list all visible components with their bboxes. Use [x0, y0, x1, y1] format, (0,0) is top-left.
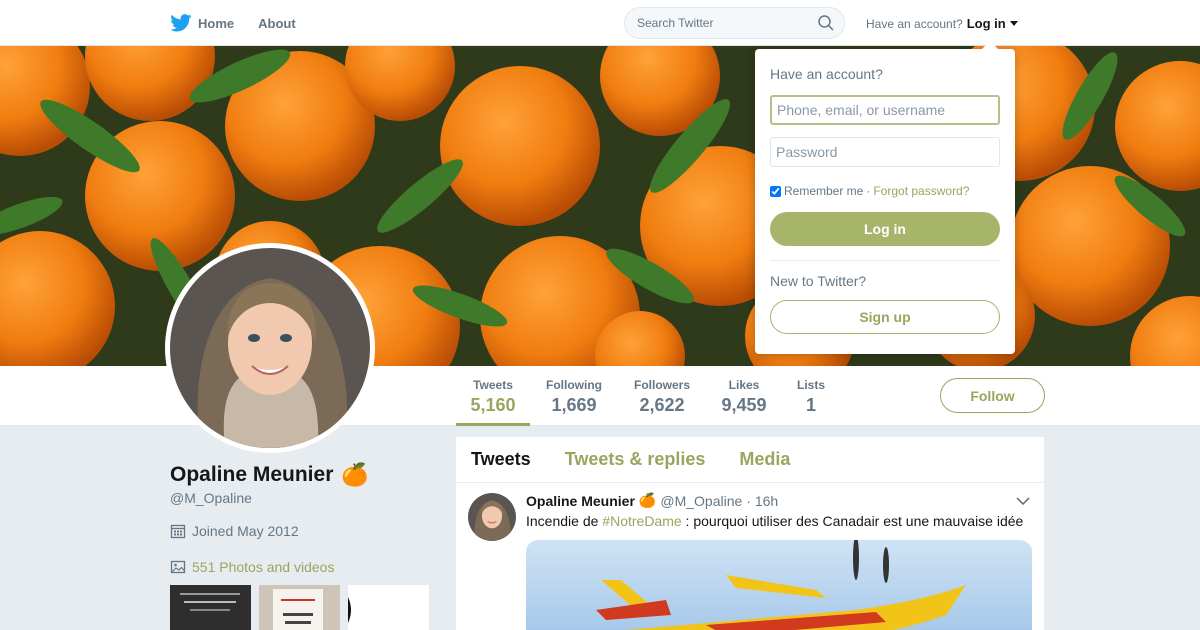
login-dropdown: Have an account? Remember me · Forgot pa…	[755, 41, 1015, 354]
dropdown-divider	[770, 260, 1000, 261]
profile-joined: Joined May 2012	[170, 523, 299, 539]
tweet-header: Opaline Meunier 🍊 @M_Opaline · 16h	[526, 492, 778, 509]
tweet-author-name[interactable]: Opaline Meunier	[526, 493, 635, 509]
stat-followers[interactable]: Followers 2,622	[628, 366, 696, 426]
tweet-text-after: : pourquoi utiliser des Canadair est une…	[681, 513, 1024, 529]
separator-dot: ·	[866, 184, 871, 198]
photos-label: 551 Photos and videos	[192, 559, 335, 575]
tweet-avatar[interactable]	[468, 493, 516, 541]
forgot-password-link[interactable]: Forgot password?	[873, 184, 969, 198]
chevron-down-icon[interactable]	[1016, 496, 1030, 506]
signup-button[interactable]: Sign up	[770, 300, 1000, 334]
tweet-text: Incendie de #NotreDame : pourquoi utilis…	[526, 513, 1023, 529]
login-dropdown-title: Have an account?	[770, 66, 883, 82]
follow-button[interactable]: Follow	[940, 378, 1045, 413]
account-area: Have an account? Log in	[866, 16, 1018, 31]
stat-following-value: 1,669	[551, 395, 597, 415]
profile-name: Opaline Meunier 🍊	[170, 462, 369, 488]
stat-tweets-value: 5,160	[470, 395, 516, 415]
stat-likes-label: Likes	[728, 378, 760, 392]
stat-lists[interactable]: Lists 1	[792, 366, 830, 426]
caret-down-icon[interactable]	[1009, 21, 1018, 26]
joined-text: Joined May 2012	[192, 523, 299, 539]
stat-tweets[interactable]: Tweets 5,160	[456, 366, 530, 426]
top-navigation-bar: Home About Have an account? Log in	[0, 0, 1200, 46]
tab-tweets[interactable]: Tweets	[471, 449, 531, 470]
timeline: Tweets Tweets & replies Media Opaline Me…	[456, 437, 1044, 630]
search-icon[interactable]	[818, 15, 834, 31]
timeline-tabs: Tweets Tweets & replies Media	[456, 437, 1044, 483]
login-button[interactable]: Log in	[770, 212, 1000, 246]
tab-tweets-and-replies[interactable]: Tweets & replies	[565, 449, 706, 470]
remember-me-label[interactable]: Remember me	[784, 184, 863, 198]
tab-media[interactable]: Media	[739, 449, 790, 470]
nav-home[interactable]: Home	[170, 14, 234, 32]
media-thumbnail[interactable]	[170, 585, 251, 630]
tweet-timestamp[interactable]: · 16h	[746, 493, 778, 509]
stat-tweets-label: Tweets	[473, 378, 513, 392]
media-thumbnail[interactable]	[259, 585, 340, 630]
new-to-twitter-label: New to Twitter?	[770, 273, 867, 289]
tweet-media-image[interactable]	[526, 540, 1032, 630]
nav-about-label: About	[258, 15, 296, 31]
tweet-hashtag[interactable]: #NotreDame	[602, 513, 681, 529]
stat-followers-label: Followers	[633, 378, 690, 392]
stat-likes[interactable]: Likes 9,459	[716, 366, 772, 426]
remember-me-checkbox[interactable]	[770, 185, 781, 197]
login-link[interactable]: Log in	[967, 16, 1006, 31]
stat-following[interactable]: Following 1,669	[540, 366, 608, 426]
calendar-icon	[170, 524, 186, 539]
profile-name-text: Opaline Meunier	[170, 463, 334, 486]
profile-handle[interactable]: @M_Opaline	[170, 490, 252, 506]
photo-icon	[170, 560, 186, 574]
stat-followers-value: 2,622	[639, 395, 685, 415]
stat-lists-label: Lists	[796, 378, 825, 392]
password-input[interactable]	[770, 137, 1000, 167]
username-input[interactable]	[770, 95, 1000, 125]
remember-row: Remember me · Forgot password?	[770, 184, 969, 198]
nav-about[interactable]: About	[258, 16, 296, 31]
profile-avatar[interactable]	[165, 243, 375, 453]
search-input[interactable]	[637, 16, 818, 30]
avatar-image	[170, 248, 370, 448]
twitter-bird-icon	[170, 14, 192, 32]
stat-likes-value: 9,459	[721, 395, 767, 415]
nav-left: Home About	[170, 0, 296, 46]
photos-link[interactable]: 551 Photos and videos	[170, 559, 334, 575]
media-thumbnail[interactable]	[348, 585, 429, 630]
tweet[interactable]: Opaline Meunier 🍊 @M_Opaline · 16h Incen…	[456, 483, 1044, 630]
orange-emoji: 🍊	[341, 462, 369, 487]
nav-home-label: Home	[198, 15, 235, 31]
tweet-text-before: Incendie de	[526, 513, 603, 529]
account-prompt: Have an account?	[866, 16, 963, 31]
search-box	[624, 7, 845, 39]
tweet-author-handle[interactable]: @M_Opaline	[660, 493, 742, 509]
stat-lists-value: 1	[805, 395, 816, 415]
tweet-author-emoji: 🍊	[638, 492, 657, 508]
stat-following-label: Following	[546, 378, 602, 392]
